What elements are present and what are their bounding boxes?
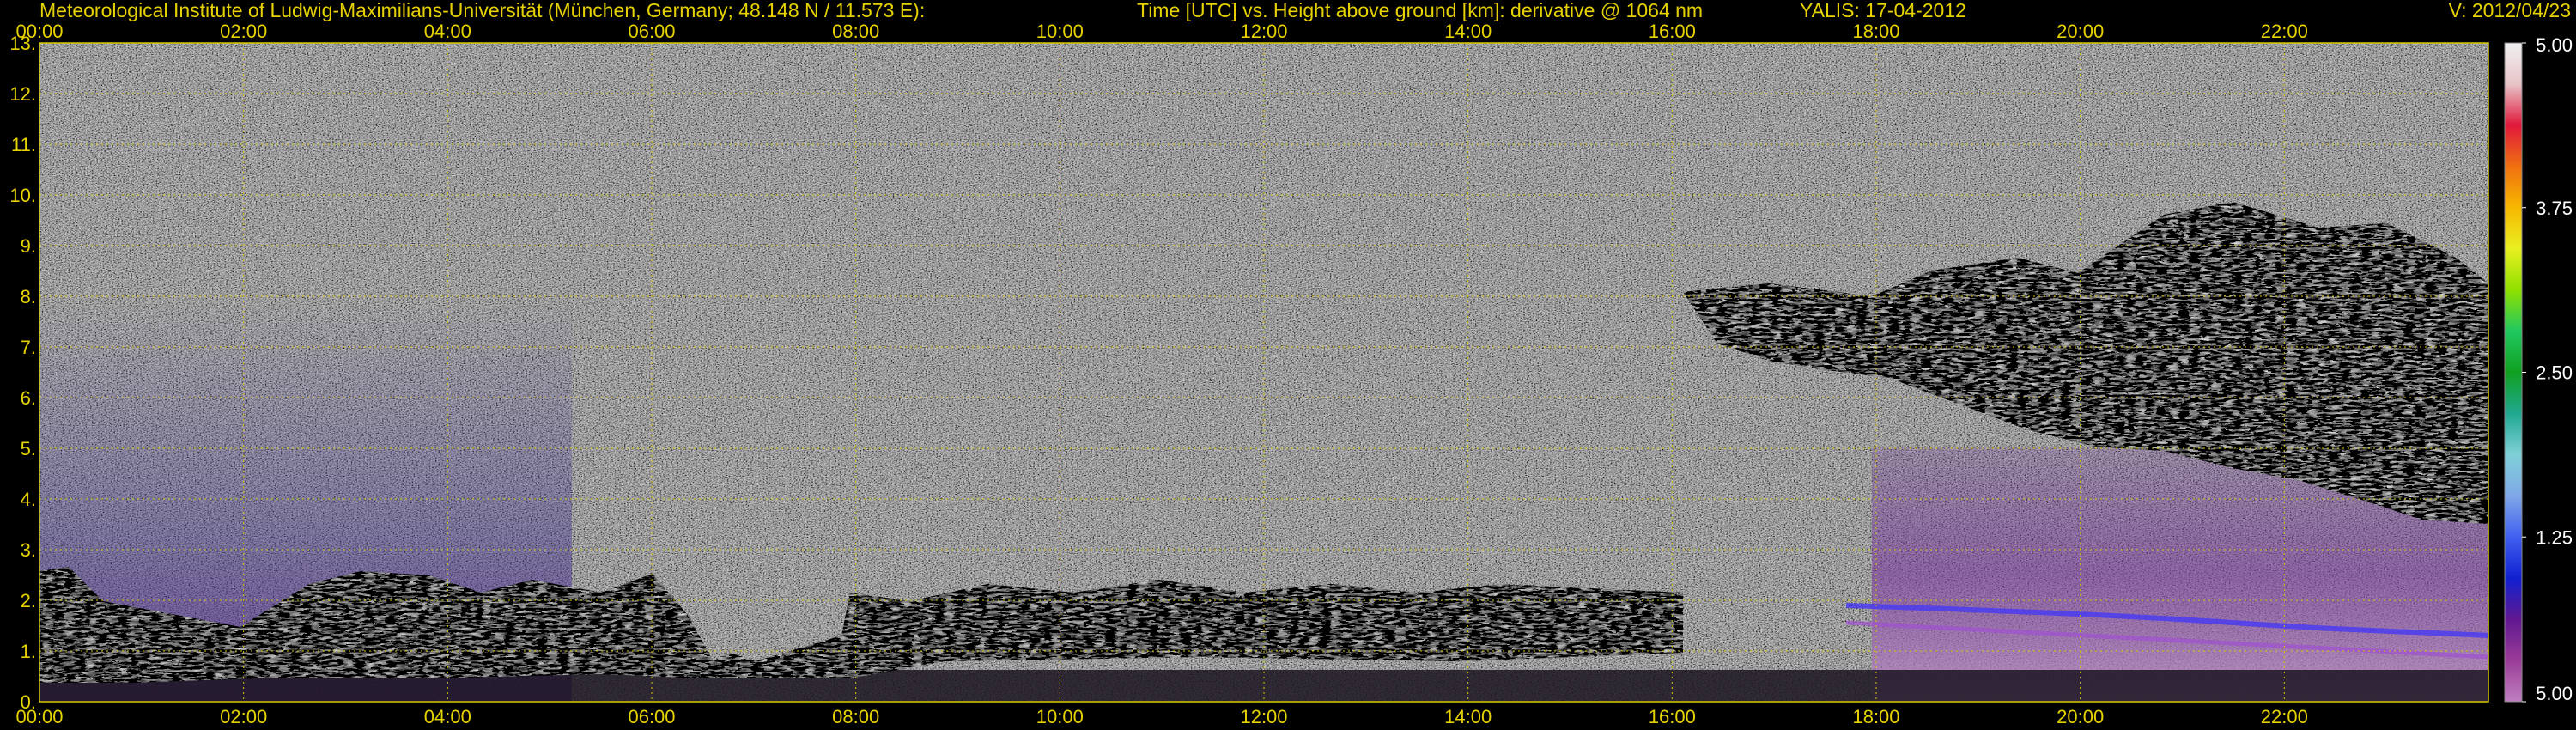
y-tick-label: 12. <box>9 83 36 105</box>
x-axis-top: 00:00 02:00 04:00 06:00 08:00 10:00 12:00 14:00… <box>15 21 2307 42</box>
colorbar-ticks: 5.00 3.75 2.50 1.25 5.00 <box>2522 34 2573 704</box>
colorbar-tick-label: 1.25 <box>2536 526 2573 548</box>
y-tick-label: 0. <box>21 691 36 713</box>
y-tick-label: 7. <box>21 337 36 358</box>
y-axis: 0. 1. 2. 3. 4. 5. 6. 7. 8. 9. 10. 11. 12. 13. <box>9 33 36 713</box>
x-tick-label-bottom: 20:00 <box>2057 706 2104 727</box>
y-tick-label: 11. <box>11 134 36 155</box>
x-tick-label-bottom: 04:00 <box>424 706 471 727</box>
x-tick-label-top: 22:00 <box>2261 21 2308 42</box>
colorbar-tick-label: 2.50 <box>2536 362 2573 384</box>
x-tick-label-top: 10:00 <box>1036 21 1084 42</box>
header-version: V: 2012/04/23 <box>2449 0 2571 21</box>
x-tick-label-top: 18:00 <box>1852 21 1899 42</box>
x-tick-label-bottom: 18:00 <box>1852 706 1899 727</box>
x-tick-label-bottom: 12:00 <box>1240 706 1287 727</box>
x-tick-label-bottom: 10:00 <box>1036 706 1084 727</box>
x-tick-label-bottom: 02:00 <box>220 706 267 727</box>
x-tick-label-top: 14:00 <box>1444 21 1492 42</box>
x-tick-label-top: 16:00 <box>1649 21 1696 42</box>
y-tick-label: 8. <box>21 286 36 307</box>
x-tick-label-bottom: 08:00 <box>832 706 879 727</box>
x-axis-bottom: 00:00 02:00 04:00 06:00 08:00 10:00 12:00 14:00… <box>15 706 2307 727</box>
x-tick-label-bottom: 16:00 <box>1649 706 1696 727</box>
plot-area <box>39 43 2488 702</box>
x-tick-label-top: 20:00 <box>2057 21 2104 42</box>
header-description: Time [UTC] vs. Height above ground [km]:… <box>1137 0 1703 21</box>
y-tick-label: 9. <box>21 235 36 257</box>
y-tick-label: 5. <box>21 438 36 459</box>
header-institute: Meteorological Institute of Ludwig-Maxim… <box>39 0 925 21</box>
x-tick-label-bottom: 06:00 <box>628 706 675 727</box>
colorbar-tick-label: 3.75 <box>2536 198 2573 219</box>
x-tick-label-top: 08:00 <box>832 21 879 42</box>
x-tick-label-top: 04:00 <box>424 21 471 42</box>
x-tick-label-bottom: 22:00 <box>2261 706 2308 727</box>
header-instrument: YALIS: 17-04-2012 <box>1800 0 1966 21</box>
lidar-chart: Meteorological Institute of Ludwig-Maxim… <box>9 0 2573 727</box>
y-tick-label: 13. <box>9 33 36 54</box>
y-tick-label: 2. <box>21 590 36 611</box>
y-tick-label: 6. <box>21 387 36 409</box>
x-tick-label-top: 02:00 <box>220 21 267 42</box>
y-tick-label: 10. <box>9 185 36 206</box>
x-tick-label-top: 06:00 <box>628 21 675 42</box>
colorbar <box>2504 42 2523 703</box>
y-tick-label: 3. <box>21 539 36 561</box>
colorbar-tick-label: 5.00 <box>2536 683 2573 704</box>
colorbar-tick-label: 5.00 <box>2536 34 2573 56</box>
x-tick-label-bottom: 14:00 <box>1444 706 1492 727</box>
y-tick-label: 1. <box>21 641 36 662</box>
x-tick-label-top: 12:00 <box>1240 21 1287 42</box>
y-tick-label: 4. <box>21 489 36 510</box>
